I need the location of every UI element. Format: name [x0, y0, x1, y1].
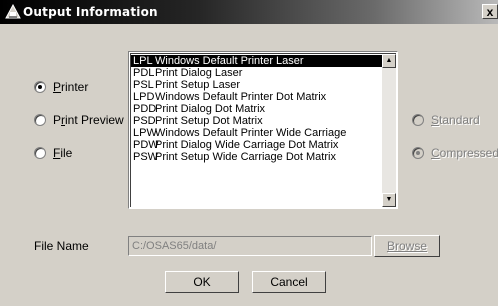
close-button[interactable]: x: [482, 4, 498, 19]
listbox-scrollbar[interactable]: ▲ ▼: [382, 54, 396, 207]
list-item-code: LPD: [133, 91, 155, 103]
radio-file-indicator[interactable]: [34, 147, 46, 159]
ok-button[interactable]: OK: [165, 271, 239, 293]
list-item[interactable]: PDDPrint Dialog Dot Matrix: [131, 103, 383, 115]
list-item-code: PSW: [133, 151, 159, 163]
radio-printer-indicator[interactable]: [34, 81, 46, 93]
file-name-label: File Name: [34, 239, 89, 253]
list-item-description: Print Dialog Wide Carriage Dot Matrix: [155, 139, 339, 151]
file-name-field[interactable]: C:/OSAS65/data/: [128, 236, 372, 256]
list-item[interactable]: PSWPrint Setup Wide Carriage Dot Matrix: [131, 151, 383, 163]
radio-standard-label: Standard: [431, 113, 480, 127]
list-item-code: PSD: [133, 115, 156, 127]
scroll-up-icon[interactable]: ▲: [382, 54, 396, 68]
printer-app-icon: [5, 4, 21, 19]
list-item-code: PDD: [133, 103, 157, 115]
radio-printer[interactable]: Printer: [34, 80, 88, 94]
title-bar[interactable]: Output Information x: [0, 0, 498, 24]
printer-listbox-frame: LPL Windows Default Printer Laser PDLPrint…: [130, 53, 396, 207]
list-item[interactable]: LPL Windows Default Printer Laser: [131, 55, 383, 67]
list-item-description: Print Dialog Dot Matrix: [155, 103, 266, 115]
radio-standard-indicator[interactable]: [412, 114, 424, 126]
radio-print-preview-indicator[interactable]: [34, 114, 46, 126]
radio-file[interactable]: File: [34, 146, 72, 160]
list-item-description: Print Setup Dot Matrix: [155, 115, 263, 127]
list-item-code: PSL: [133, 79, 154, 91]
list-item-description: Windows Default Printer Wide Carriage: [155, 127, 347, 139]
radio-print-preview[interactable]: Print Preview: [34, 113, 124, 127]
list-item-description: Print Setup Wide Carriage Dot Matrix: [155, 151, 336, 163]
radio-compressed[interactable]: Compressed: [412, 146, 498, 160]
printer-list-items: LPL Windows Default Printer Laser PDLPrint…: [131, 55, 383, 163]
radio-compressed-label: Compressed: [431, 146, 498, 160]
list-item[interactable]: LPWWindows Default Printer Wide Carriage: [131, 127, 383, 139]
list-item-code: PDL: [133, 67, 155, 79]
printer-listbox[interactable]: LPL Windows Default Printer Laser PDLPrint…: [128, 51, 398, 209]
list-item-description: Print Setup Laser: [155, 79, 240, 91]
list-item[interactable]: PDWPrint Dialog Wide Carriage Dot Matrix: [131, 139, 383, 151]
list-item-description: Windows Default Printer Laser: [155, 55, 304, 67]
browse-button[interactable]: Browse: [374, 235, 440, 257]
list-item[interactable]: PSLPrint Setup Laser: [131, 79, 383, 91]
radio-standard[interactable]: Standard: [412, 113, 480, 127]
window-title: Output Information: [23, 5, 158, 19]
browse-button-label: Browse: [386, 239, 427, 253]
list-item[interactable]: PDLPrint Dialog Laser: [131, 67, 383, 79]
output-information-dialog: Output Information x Printer Print Previ…: [0, 0, 498, 306]
list-item-code: PDW: [133, 139, 159, 151]
radio-compressed-indicator[interactable]: [412, 147, 424, 159]
list-item[interactable]: PSDPrint Setup Dot Matrix: [131, 115, 383, 127]
list-item-description: Print Dialog Laser: [155, 67, 243, 79]
radio-file-label: File: [53, 146, 73, 160]
cancel-button[interactable]: Cancel: [252, 271, 326, 293]
scroll-down-icon[interactable]: ▼: [382, 193, 396, 207]
radio-print-preview-label: Print Preview: [53, 113, 124, 127]
list-item-code: LPW: [133, 127, 157, 139]
radio-printer-label: Printer: [53, 80, 89, 94]
list-item-code: LPL: [133, 55, 153, 67]
list-item[interactable]: LPDWindows Default Printer Dot Matrix: [131, 91, 383, 103]
list-item-description: Windows Default Printer Dot Matrix: [155, 91, 327, 103]
